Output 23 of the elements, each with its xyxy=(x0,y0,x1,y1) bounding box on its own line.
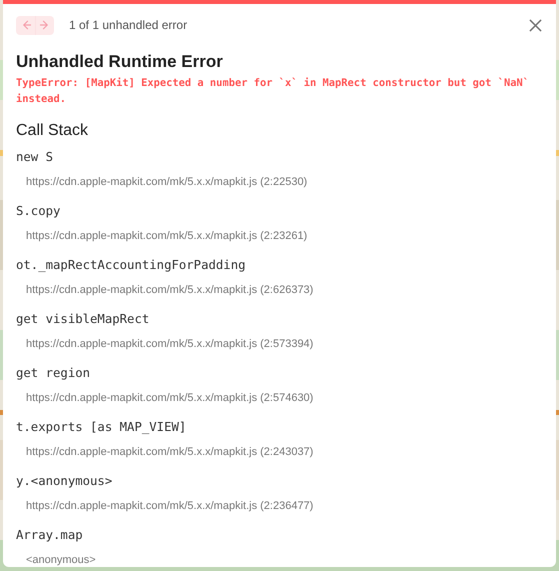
error-title: Unhandled Runtime Error xyxy=(16,52,224,72)
frame-location: <anonymous> xyxy=(26,553,97,567)
frame-location: https://cdn.apple-mapkit.com/mk/5.x.x/mapkit.js (2:236477) xyxy=(26,499,314,513)
frame-location: https://cdn.apple-mapkit.com/mk/5.x.x/mapkit.js (2:243037) xyxy=(26,445,314,459)
error-message: TypeError: [MapKit] Expected a number for `x` in MapRect constructor but got `NaN` instead. xyxy=(16,76,530,107)
frame-location: https://cdn.apple-mapkit.com/mk/5.x.x/mapkit.js (2:23261) xyxy=(26,229,308,243)
frame-name: get visibleMapRect xyxy=(16,311,150,327)
frame-location: https://cdn.apple-mapkit.com/mk/5.x.x/mapkit.js (2:574630) xyxy=(26,391,314,405)
frame-name: S.copy xyxy=(16,203,62,219)
section-heading: Call Stack xyxy=(16,122,90,140)
frame-name: y.<anonymous> xyxy=(16,473,114,489)
close-icon xyxy=(529,18,542,32)
frame-name: Array.map xyxy=(16,527,84,543)
arrow-right-icon xyxy=(39,19,51,31)
frame-location: https://cdn.apple-mapkit.com/mk/5.x.x/mapkit.js (2:22530) xyxy=(26,175,308,189)
frame-name: new S xyxy=(16,149,54,165)
frame-name: ot._mapRectAccountingForPadding xyxy=(16,257,247,273)
frame-name: get region xyxy=(16,365,92,381)
frame-name: t.exports [as MAP_VIEW] xyxy=(16,419,188,435)
frame-location: https://cdn.apple-mapkit.com/mk/5.x.x/mapkit.js (2:573394) xyxy=(26,337,314,351)
frame-location: https://cdn.apple-mapkit.com/mk/5.x.x/mapkit.js (2:626373) xyxy=(26,283,314,297)
error-counter: 1 of 1 unhandled error xyxy=(69,18,188,32)
close-button[interactable] xyxy=(529,18,542,32)
